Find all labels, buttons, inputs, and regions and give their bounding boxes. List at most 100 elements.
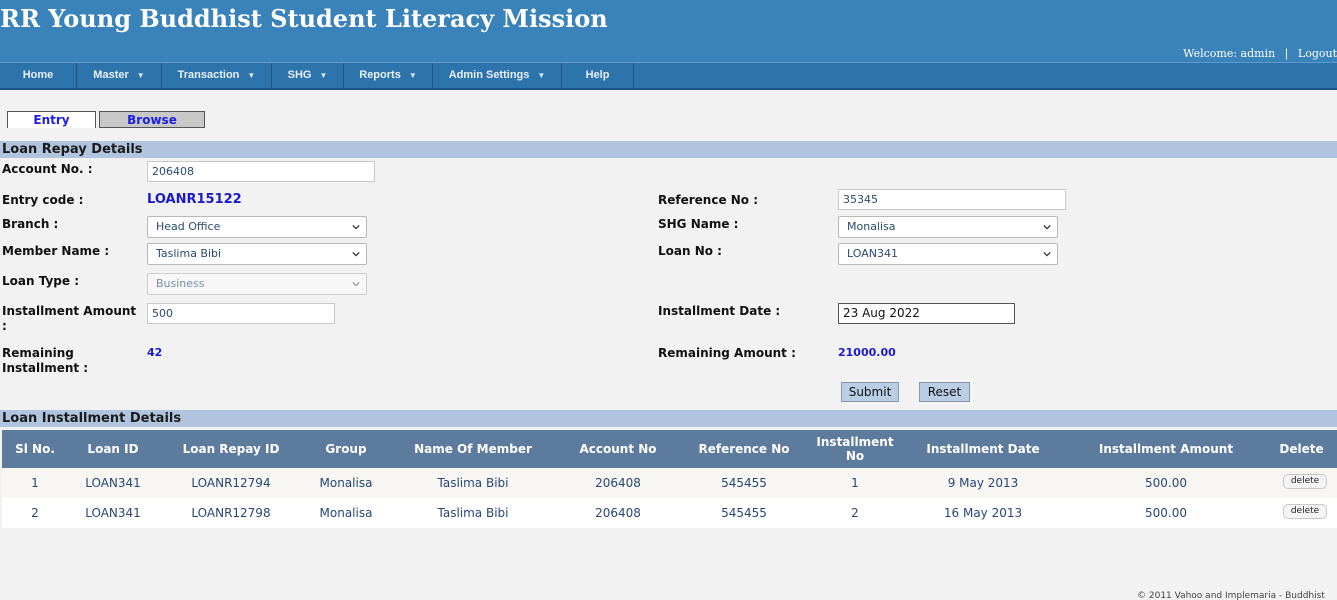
col-account-no: Account No	[579, 442, 657, 456]
shg-name-select-value: Monalisa	[847, 220, 896, 233]
remaining-installment-label-line1: Remaining	[2, 346, 74, 360]
loan-installment-section-title: Loan Installment Details	[0, 410, 1337, 427]
loan-no-label: Loan No :	[658, 244, 722, 258]
chevron-down-icon	[1043, 251, 1051, 257]
nav-item-home[interactable]: Home	[0, 63, 77, 90]
nav-item-transaction[interactable]: Transaction ▼	[162, 63, 272, 90]
col-reference-no: Reference No	[698, 442, 790, 456]
cell-reference-no: 545455	[721, 476, 767, 490]
col-installment-date: Installment Date	[926, 442, 1040, 456]
cell-loan-repay-id: LOANR12794	[191, 476, 271, 490]
nav-item-label: SHG	[287, 69, 312, 81]
reset-button[interactable]: Reset	[919, 382, 970, 402]
reference-no-label: Reference No :	[658, 193, 759, 207]
chevron-down-icon	[1043, 224, 1051, 230]
reference-no-field[interactable]: 35345	[838, 189, 1066, 210]
col-delete: Delete	[1279, 442, 1324, 456]
branch-select-value: Head Office	[156, 220, 221, 233]
col-installment-no-line1: Installment	[816, 435, 894, 449]
table-row: 2 LOAN341 LOANR12798 Monalisa Taslima Bi…	[2, 498, 1337, 528]
cell-installment-date: 9 May 2013	[947, 476, 1019, 490]
installment-date-field[interactable]: 23 Aug 2022	[838, 303, 1015, 324]
nav-item-admin-settings[interactable]: Admin Settings ▼	[433, 63, 562, 90]
caret-down-icon: ▼	[136, 71, 145, 80]
nav-item-label: Transaction	[177, 69, 240, 81]
entry-code-label: Entry code :	[2, 193, 84, 207]
caret-down-icon: ▼	[408, 71, 417, 80]
loan-type-select: Business	[147, 273, 367, 295]
shg-name-select[interactable]: Monalisa	[838, 216, 1058, 238]
app-title: RR Young Buddhist Student Literacy Missi…	[0, 4, 608, 33]
branch-label: Branch :	[2, 217, 59, 231]
cell-group: Monalisa	[319, 476, 373, 490]
col-installment-no-line2: No	[845, 449, 865, 463]
nav-item-help[interactable]: Help	[562, 63, 634, 90]
logout-link[interactable]: Logout	[1298, 47, 1337, 60]
cell-account-no: 206408	[595, 476, 641, 490]
cell-installment-no: 1	[851, 476, 859, 490]
branch-select[interactable]: Head Office	[147, 216, 367, 238]
cell-installment-no: 2	[851, 506, 859, 520]
nav-item-reports[interactable]: Reports ▼	[344, 63, 433, 90]
cell-member-name: Taslima Bibi	[437, 506, 509, 520]
col-sl-no: Sl No.	[15, 442, 55, 456]
caret-down-icon: ▼	[247, 71, 256, 80]
member-name-select[interactable]: Taslima Bibi	[147, 243, 367, 265]
installment-date-label: Installment Date :	[658, 304, 781, 318]
tab-entry[interactable]: Entry	[7, 111, 96, 128]
member-name-label: Member Name :	[2, 244, 110, 258]
remaining-amount-label: Remaining Amount :	[658, 346, 796, 360]
member-name-select-value: Taslima Bibi	[156, 247, 222, 260]
col-member-name: Name Of Member	[414, 442, 532, 456]
col-loan-repay-id: Loan Repay ID	[182, 442, 280, 456]
loan-no-select-value: LOAN341	[847, 247, 898, 260]
col-installment-amount: Installment Amount	[1098, 442, 1234, 456]
remaining-installment-value: 42	[147, 346, 163, 359]
copyright-footer: © 2011 Vahoo and Implemaria - Buddhist	[1137, 591, 1325, 600]
chevron-down-icon	[352, 251, 360, 257]
nav-item-label: Admin Settings	[448, 69, 530, 81]
welcome-bar: Welcome: admin | Logout	[1183, 47, 1337, 60]
installment-amount-label: Installment Amount :	[2, 304, 136, 334]
table-header: Sl No. Loan ID Loan Repay ID Group Name …	[2, 430, 1337, 468]
main-nav: Home Master ▼ Transaction ▼ SHG ▼ Reports ▼ …	[0, 62, 1337, 90]
delete-button[interactable]: delete	[1283, 474, 1327, 489]
remaining-installment-label: Remaining Installment :	[2, 346, 88, 376]
cell-loan-repay-id: LOANR12798	[191, 506, 271, 520]
tab-browse[interactable]: Browse	[99, 111, 205, 128]
caret-down-icon: ▼	[537, 71, 546, 80]
nav-item-label: Help	[585, 69, 610, 81]
remaining-amount-value: 21000.00	[838, 346, 896, 359]
loan-type-select-value: Business	[156, 277, 205, 290]
nav-item-label: Master	[93, 69, 129, 81]
cell-loan-id: LOAN341	[85, 506, 141, 520]
welcome-separator: |	[1284, 47, 1289, 60]
cell-account-no: 206408	[595, 506, 641, 520]
welcome-text: Welcome: admin	[1183, 47, 1276, 60]
col-installment-no: Installment No	[810, 430, 900, 468]
account-no-field[interactable]: 206408	[147, 161, 375, 182]
remaining-installment-label-line2: Installment :	[2, 361, 89, 375]
col-group: Group	[325, 442, 367, 456]
submit-button[interactable]: Submit	[841, 382, 899, 402]
cell-sl-no: 2	[31, 506, 39, 520]
table-row: 1 LOAN341 LOANR12794 Monalisa Taslima Bi…	[2, 468, 1337, 498]
cell-reference-no: 545455	[721, 506, 767, 520]
account-no-label: Account No. :	[2, 162, 93, 176]
cell-sl-no: 1	[31, 476, 39, 490]
installment-amount-field[interactable]: 500	[147, 303, 335, 324]
cell-group: Monalisa	[319, 506, 373, 520]
app-header: RR Young Buddhist Student Literacy Missi…	[0, 0, 1337, 62]
installment-amount-label-line1: Installment Amount	[2, 304, 137, 318]
nav-item-shg[interactable]: SHG ▼	[272, 63, 344, 90]
delete-button[interactable]: delete	[1283, 504, 1327, 519]
nav-item-master[interactable]: Master ▼	[77, 63, 162, 90]
col-loan-id: Loan ID	[87, 442, 139, 456]
cell-installment-amount: 500.00	[1145, 506, 1187, 520]
cell-member-name: Taslima Bibi	[437, 476, 509, 490]
loan-repay-section-title: Loan Repay Details	[0, 141, 1337, 158]
chevron-down-icon	[352, 281, 360, 287]
cell-installment-date: 16 May 2013	[943, 506, 1023, 520]
loan-no-select[interactable]: LOAN341	[838, 243, 1058, 265]
installment-amount-label-line2: :	[2, 319, 7, 333]
